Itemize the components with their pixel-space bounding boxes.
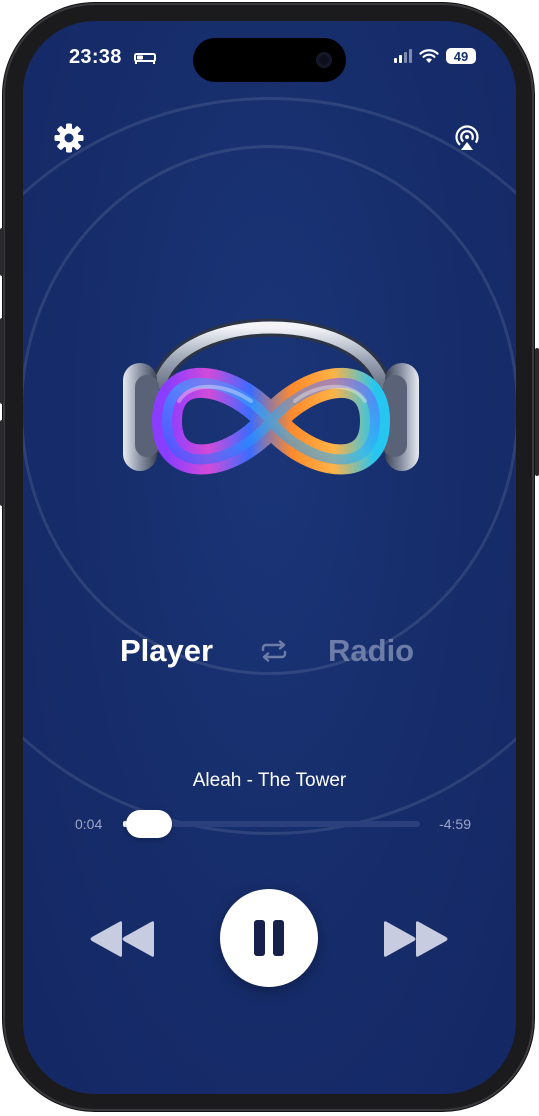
power-button xyxy=(535,348,539,476)
fast-forward-button[interactable] xyxy=(381,917,451,961)
status-indicators: 49 xyxy=(394,48,476,64)
rewind-icon xyxy=(90,921,154,957)
fast-forward-icon xyxy=(384,921,448,957)
gear-icon xyxy=(54,123,84,153)
elapsed-time: 0:04 xyxy=(75,816,103,832)
wifi-icon xyxy=(419,48,439,63)
pause-icon xyxy=(254,920,284,956)
pause-button[interactable] xyxy=(220,889,318,987)
progress-thumb[interactable] xyxy=(126,810,172,838)
rewind-button[interactable] xyxy=(87,917,157,961)
volume-up-button xyxy=(0,318,4,404)
app-screen: 23:38 49 Player Radio Aleah - The Tower … xyxy=(23,21,516,1094)
repeat-swap-icon[interactable] xyxy=(259,640,289,662)
remaining-time: -4:59 xyxy=(439,816,471,832)
airplay-button[interactable] xyxy=(450,121,484,155)
mode-tabs: Player Radio xyxy=(23,627,516,671)
infinity-headphones-logo xyxy=(123,318,419,475)
battery-indicator: 49 xyxy=(446,48,476,64)
sleep-bed-icon xyxy=(134,53,156,64)
action-button xyxy=(0,228,4,276)
settings-button[interactable] xyxy=(52,121,86,155)
volume-down-button xyxy=(0,420,4,506)
dynamic-island xyxy=(193,38,346,82)
cellular-signal-icon xyxy=(394,49,412,63)
airplay-icon xyxy=(455,125,479,150)
tab-player[interactable]: Player xyxy=(120,633,213,669)
track-title: Aleah - The Tower xyxy=(192,770,347,791)
tab-radio[interactable]: Radio xyxy=(328,633,414,669)
status-time: 23:38 xyxy=(69,46,122,68)
camera-icon xyxy=(316,52,332,68)
